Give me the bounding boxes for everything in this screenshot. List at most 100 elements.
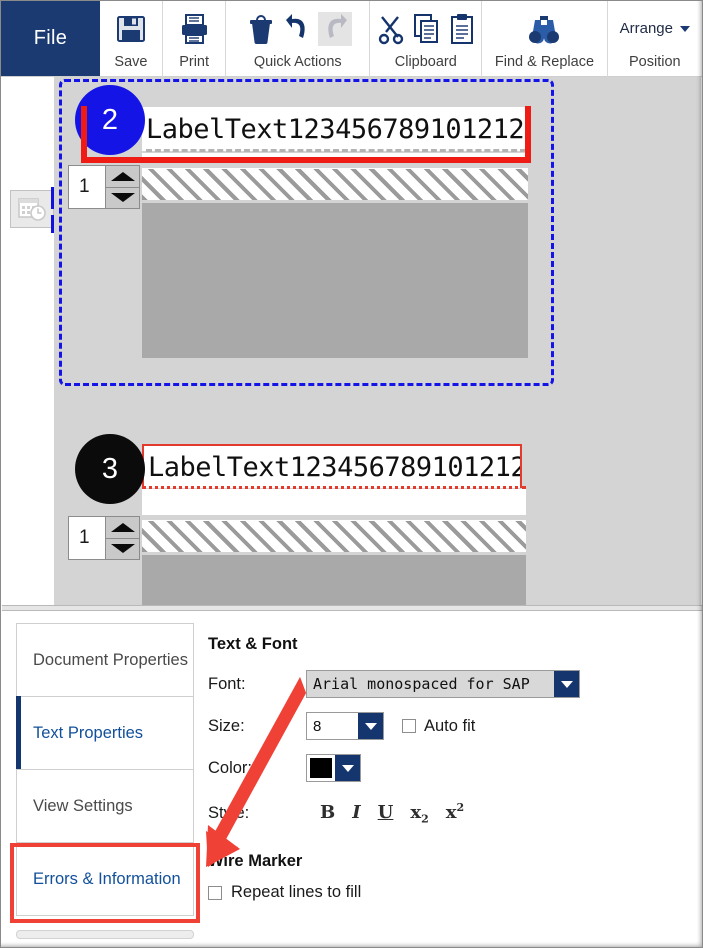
triangle-down-icon bbox=[110, 544, 135, 554]
save-floppy-icon bbox=[116, 15, 145, 42]
trash-icon[interactable] bbox=[244, 12, 278, 46]
triangle-up-icon bbox=[110, 171, 135, 181]
file-tab[interactable]: File bbox=[1, 1, 100, 76]
file-tab-label: File bbox=[33, 27, 68, 49]
triangle-down-icon bbox=[110, 193, 135, 203]
print-caption: Print bbox=[179, 54, 210, 70]
size-select-value: 8 bbox=[313, 717, 322, 735]
size-select[interactable]: 8 bbox=[306, 712, 384, 740]
ribbon-group-print: Print bbox=[163, 1, 227, 77]
font-row: Font: Arial monospaced for SAP bbox=[208, 670, 693, 698]
label-2-body-block bbox=[142, 203, 528, 358]
chevron-down-icon bbox=[560, 680, 573, 688]
tab-view-settings[interactable]: View Settings bbox=[16, 769, 194, 843]
size-row: Size: 8 Auto fit bbox=[208, 712, 693, 740]
label-2-badge-number: 2 bbox=[101, 103, 119, 136]
label-3-stepper-down[interactable] bbox=[106, 539, 139, 560]
clipboard-caption: Clipboard bbox=[394, 54, 457, 70]
paste-icon[interactable] bbox=[448, 12, 476, 46]
label-3-hatch-band bbox=[142, 520, 526, 552]
redo-button-disabled[interactable] bbox=[317, 11, 352, 46]
superscript-index: 2 bbox=[456, 800, 465, 814]
find-replace-button[interactable] bbox=[526, 1, 562, 54]
autofit-checkbox[interactable]: Auto fit bbox=[402, 717, 475, 736]
tab-text-properties[interactable]: Text Properties bbox=[16, 696, 194, 770]
label-3-text[interactable]: LabelText123456789101212 bbox=[142, 444, 522, 488]
font-select-arrow[interactable] bbox=[554, 671, 579, 697]
print-button[interactable] bbox=[177, 1, 211, 54]
save-caption: Save bbox=[114, 54, 148, 70]
checkbox-icon bbox=[402, 719, 416, 733]
label-3-badge[interactable]: 3 bbox=[75, 434, 145, 504]
subscript-button[interactable]: x2 bbox=[410, 802, 428, 826]
datetime-field-button[interactable] bbox=[10, 190, 54, 228]
label-3-quantity-stepper[interactable]: 1 bbox=[68, 516, 140, 560]
tab-view-settings-label: View Settings bbox=[33, 796, 133, 815]
bold-button[interactable]: B bbox=[320, 802, 335, 823]
tab-text-properties-label: Text Properties bbox=[33, 723, 144, 742]
ribbon-group-find-replace: Find & Replace bbox=[482, 1, 608, 77]
tab-document-properties-label: Document Properties bbox=[33, 650, 188, 669]
label-2-gap bbox=[142, 153, 528, 162]
label-2-badge[interactable]: 2 bbox=[75, 85, 145, 155]
printer-icon bbox=[182, 13, 208, 44]
color-picker[interactable] bbox=[306, 754, 361, 782]
triangle-up-icon bbox=[110, 522, 135, 532]
label-sheet[interactable]: LabelText123456789101212 2 1 LabelText12… bbox=[54, 77, 701, 605]
arrange-label: Arrange bbox=[619, 20, 673, 37]
copy-icon[interactable] bbox=[412, 12, 442, 46]
label-block-3[interactable]: LabelText123456789101212 3 1 bbox=[54, 432, 701, 605]
label-2-stepper-down[interactable] bbox=[106, 188, 139, 209]
label-block-2[interactable]: LabelText123456789101212 2 1 bbox=[54, 77, 701, 397]
font-select[interactable]: Arial monospaced for SAP bbox=[306, 670, 580, 698]
label-3-stepper-up[interactable] bbox=[106, 517, 139, 539]
superscript-base: x bbox=[445, 801, 457, 823]
properties-panel: Document Properties Text Properties View… bbox=[2, 611, 702, 947]
cut-scissors-icon[interactable] bbox=[376, 12, 406, 46]
label-canvas[interactable]: LabelText123456789101212 2 1 LabelText12… bbox=[2, 77, 701, 605]
color-row: Color: bbox=[208, 754, 693, 782]
underline-button[interactable]: U bbox=[378, 802, 394, 823]
arrange-dropdown-button[interactable]: Arrange bbox=[616, 18, 694, 39]
autofit-label: Auto fit bbox=[424, 716, 476, 735]
tab-list-scrollbar[interactable] bbox=[16, 930, 194, 939]
label-2-text-value: LabelText123456789101212 bbox=[146, 113, 525, 145]
label-2-quantity-stepper[interactable]: 1 bbox=[68, 165, 140, 209]
redo-icon bbox=[328, 13, 347, 38]
style-label: Style: bbox=[208, 803, 250, 822]
tab-errors-information-label: Errors & Information bbox=[33, 869, 181, 888]
label-3-text-value: LabelText123456789101212 bbox=[148, 451, 522, 483]
label-2-baseline-guide bbox=[146, 149, 526, 152]
text-font-title: Text & Font bbox=[208, 635, 298, 653]
ribbon-group-position: Arrange Position bbox=[608, 1, 702, 77]
tab-errors-information[interactable]: Errors & Information bbox=[16, 842, 194, 916]
quick-actions-caption: Quick Actions bbox=[253, 54, 342, 70]
superscript-button[interactable]: x2 bbox=[446, 801, 464, 823]
chevron-down-icon bbox=[679, 25, 690, 32]
italic-button[interactable]: I bbox=[352, 802, 360, 823]
label-2-hatch-band bbox=[142, 168, 528, 200]
color-label: Color: bbox=[208, 758, 253, 777]
chevron-down-icon bbox=[364, 722, 377, 730]
save-button[interactable] bbox=[114, 1, 148, 54]
calendar-clock-icon bbox=[18, 198, 46, 221]
subscript-base: x bbox=[410, 801, 422, 823]
size-select-arrow[interactable] bbox=[358, 713, 383, 739]
font-label: Font: bbox=[208, 674, 246, 693]
label-3-body-block bbox=[142, 555, 526, 605]
ribbon-group-save: Save bbox=[100, 1, 164, 77]
undo-icon[interactable] bbox=[284, 12, 312, 46]
wire-marker-title: Wire Marker bbox=[208, 852, 303, 870]
label-2-stepper-up[interactable] bbox=[106, 166, 139, 188]
application-window: File Save Print Quick Actions Clipboard … bbox=[0, 0, 703, 948]
canvas-gutter bbox=[2, 77, 54, 605]
label-2-text[interactable]: LabelText123456789101212 bbox=[142, 107, 528, 151]
checkbox-icon bbox=[208, 885, 222, 900]
text-font-section: Text & Font Font: Arial monospaced for S… bbox=[208, 635, 693, 902]
color-picker-arrow[interactable] bbox=[335, 755, 360, 781]
size-label: Size: bbox=[208, 716, 245, 735]
tab-document-properties[interactable]: Document Properties bbox=[16, 623, 194, 697]
color-swatch bbox=[310, 758, 332, 778]
repeat-lines-checkbox[interactable]: Repeat lines to fill bbox=[208, 883, 693, 902]
label-3-badge-number: 3 bbox=[101, 452, 119, 485]
